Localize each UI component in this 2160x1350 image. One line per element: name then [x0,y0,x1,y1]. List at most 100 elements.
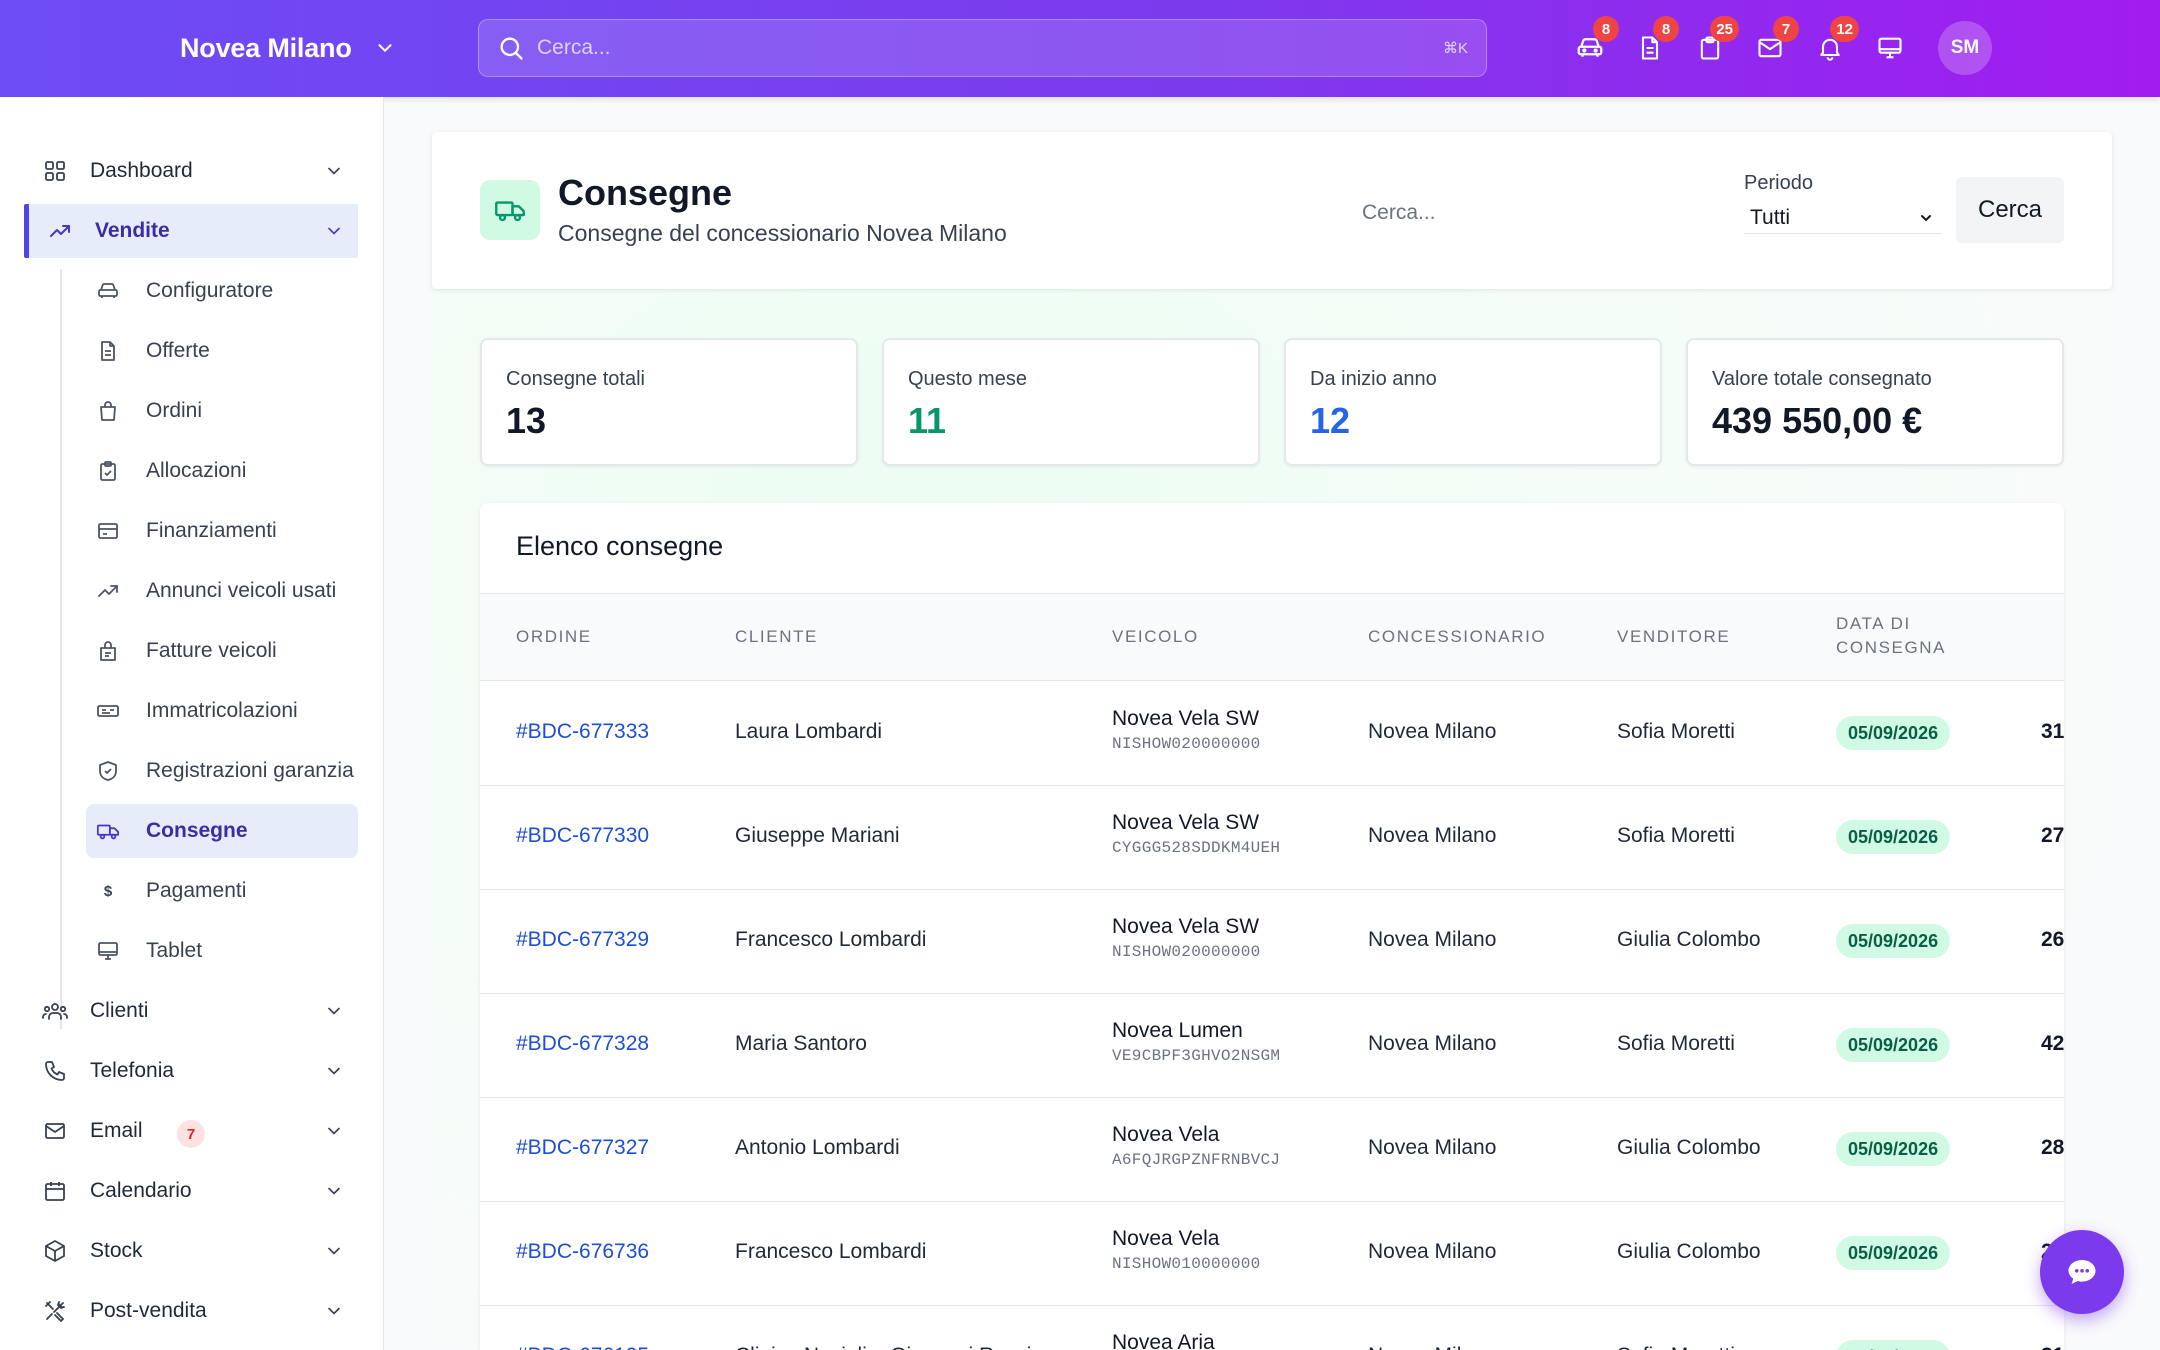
column-header-concessionario[interactable]: CONCESSIONARIO [1368,627,1546,647]
sidebar-item-offerte[interactable]: Offerte [86,324,358,378]
table-row[interactable]: #BDC-677327 Antonio Lombardi Novea Vela A6F… [480,1098,2064,1202]
cerca-button[interactable]: Cerca [1956,177,2064,243]
delivery-date-badge: 05/09/2026 [1836,716,1951,750]
order-link[interactable]: #BDC-676105 [516,1344,649,1350]
order-link[interactable]: #BDC-677330 [516,824,649,848]
cliente-cell: Clinica Navigli – Giovanni Rossi [735,1344,1031,1350]
svg-text:$: $ [104,883,113,900]
sidebar-item-stock[interactable]: Stock [24,1224,358,1278]
license-plate-icon [96,699,120,723]
sidebar-item-label: Post-vendita [90,1299,207,1322]
deliveries-search-input[interactable] [1362,196,1742,230]
sidebar-item-telefonia[interactable]: Telefonia [24,1044,358,1098]
truck-icon [480,180,540,240]
global-search[interactable]: ⌘K [478,19,1487,77]
tools-icon [42,1298,68,1324]
sidebar-item-label: Consegne [146,819,248,842]
sidebar-item-finanziamenti[interactable]: Finanziamenti [86,504,358,558]
venditore-cell: Sofia Moretti [1617,1032,1735,1055]
dealer-name: Novea Milano [180,32,352,63]
table-row[interactable]: #BDC-676105 Clinica Navigli – Giovanni Ro… [480,1306,2064,1350]
column-header-venditore[interactable]: VENDITORE [1617,627,1730,647]
sidebar-item-pagamenti[interactable]: $ Pagamenti [86,864,358,918]
sidebar-item-postvendita[interactable]: Post-vendita [24,1284,358,1338]
sidebar-item-label: Dashboard [90,159,193,182]
order-link[interactable]: #BDC-677329 [516,928,649,952]
vehicle-vin: CYGGG528SDDKM4UEH [1112,839,1281,857]
truncated-cell: 31 [2041,720,2064,743]
stat-card-mese: Questo mese 11 [882,338,1260,466]
stat-label: Consegne totali [506,368,645,390]
sidebar-item-label: Pagamenti [146,879,247,902]
column-header-data-line1[interactable]: DATA DI [1836,614,1911,634]
user-avatar[interactable]: SM [1938,21,1992,75]
column-header-ordine[interactable]: ORDINE [516,627,592,647]
shield-check-icon [96,759,120,783]
table-header: ORDINE CLIENTE VEICOLO CONCESSIONARIO VE… [480,593,2064,681]
periodo-select[interactable]: Tutti [1744,202,1942,234]
dollar-icon: $ [96,879,120,903]
notifications-button[interactable]: 12 [1810,16,1859,68]
tasks-shortcut[interactable]: 25 [1690,16,1739,68]
sidebar-item-email[interactable]: Email 7 [24,1104,358,1158]
sidebar-item-allocazioni[interactable]: Allocazioni [86,444,358,498]
grid-icon [42,158,68,184]
chat-button[interactable] [2040,1230,2124,1314]
sidebar-item-vendite[interactable]: Vendite [24,204,358,258]
column-header-data-line2[interactable]: CONSEGNA [1836,638,1946,658]
search-icon [500,37,523,60]
veicolo-cell: Novea Vela NISHOW010000000 [1112,1227,1261,1273]
table-row[interactable]: #BDC-677328 Maria Santoro Novea Lumen VE9CB… [480,994,2064,1098]
sidebar-item-label: Telefonia [90,1059,175,1082]
sidebar-item-calendario[interactable]: Calendario [24,1164,358,1218]
veicolo-cell: Novea Vela SW CYGGG528SDDKM4UEH [1112,811,1280,857]
table-row[interactable]: #BDC-677330 Giuseppe Mariani Novea Vela SW… [480,786,2064,890]
stat-card-valore: Valore totale consegnato 439 550,00 € [1686,338,2064,466]
sidebar-item-tablet[interactable]: Tablet [86,924,358,978]
sidebar-item-clienti[interactable]: Clienti [24,984,358,1038]
vehicle-model: Novea Aria [1112,1331,1215,1350]
sidebar-item-garanzia[interactable]: Registrazioni garanzia [86,744,358,798]
sidebar-item-label: Allocazioni [146,459,247,482]
order-link[interactable]: #BDC-677333 [516,720,649,744]
delivery-date-badge: 05/09/2026 [1836,1028,1951,1062]
documents-shortcut[interactable]: 8 [1630,16,1679,68]
mail-count-badge: 7 [1773,16,1799,42]
sidebar-item-configuratore[interactable]: Configuratore [86,264,358,318]
submenu-guide-line [60,269,62,1029]
stat-value: 11 [908,400,947,441]
stat-value: 439 550,00 € [1712,400,1923,441]
receipt-icon [96,639,120,663]
tablet-mode-button[interactable] [1870,28,1910,68]
table-row[interactable]: #BDC-677333 Laura Lombardi Novea Vela SW NI… [480,682,2064,786]
sidebar-item-dashboard[interactable]: Dashboard [24,144,358,198]
periodo-label: Periodo [1744,172,1813,194]
sidebar-item-label: Immatricolazioni [146,699,298,722]
monitor-icon [96,939,120,963]
order-link[interactable]: #BDC-677328 [516,1032,649,1056]
calendar-icon [42,1178,68,1204]
veicolo-cell: Novea Vela A6FQJRGPZNFRNBVCJ [1112,1123,1280,1169]
vehicle-model: Novea Vela [1112,1123,1220,1146]
sidebar-item-immatricolazioni[interactable]: Immatricolazioni [86,684,358,738]
order-link[interactable]: #BDC-676736 [516,1240,649,1264]
vehicles-shortcut[interactable]: 8 [1570,16,1619,68]
concessionario-cell: Novea Milano [1368,1032,1497,1055]
table-row[interactable]: #BDC-677329 Francesco Lombardi Novea Vela … [480,890,2064,994]
global-search-input[interactable] [537,36,1443,60]
sidebar-item-ordini[interactable]: Ordini [86,384,358,438]
mail-shortcut[interactable]: 7 [1750,16,1799,68]
sidebar-item-consegne[interactable]: Consegne [86,804,358,858]
table-row[interactable]: #BDC-676736 Francesco Lombardi Novea Vela N… [480,1202,2064,1306]
column-header-cliente[interactable]: CLIENTE [735,627,818,647]
sidebar-item-annunci[interactable]: Annunci veicoli usati [86,564,358,618]
column-header-veicolo[interactable]: VEICOLO [1112,627,1199,647]
sidebar-item-fatture[interactable]: Fatture veicoli [86,624,358,678]
vehicle-vin: NISHOW020000000 [1112,735,1261,753]
sidebar-item-label: Registrazioni garanzia [146,759,354,782]
delivery-date-badge: 05/09/2026 [1836,1132,1951,1166]
chevron-down-icon [328,1007,340,1015]
dealer-switcher[interactable]: Novea Milano [180,28,396,68]
order-link[interactable]: #BDC-677327 [516,1136,649,1160]
concessionario-cell: Novea Milano [1368,720,1497,743]
